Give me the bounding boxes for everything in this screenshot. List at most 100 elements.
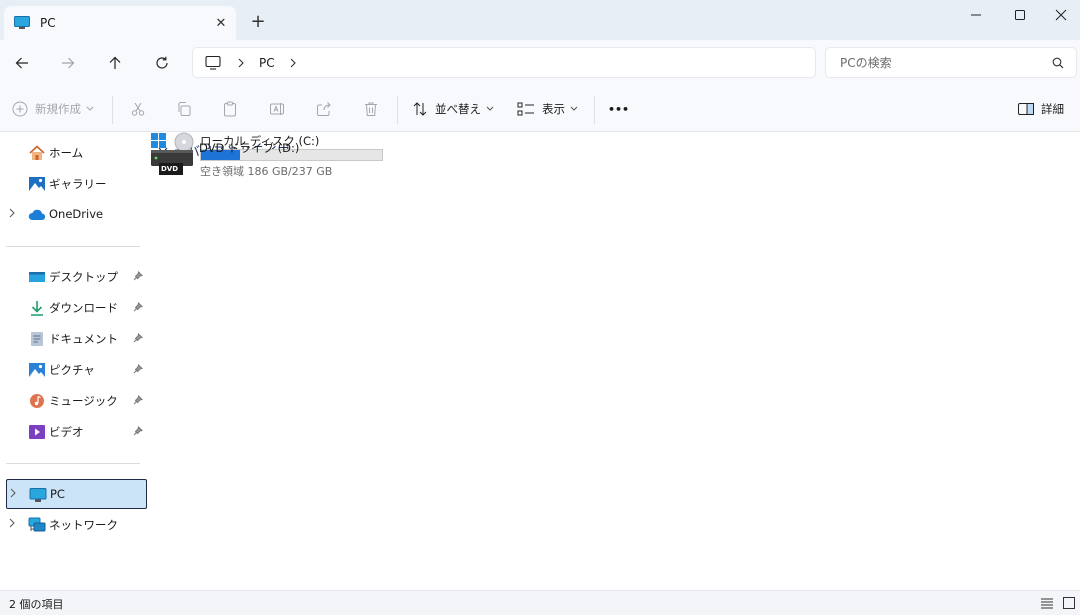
chevron-down-icon <box>486 106 494 111</box>
navigation-pane: ホーム ギャラリー OneDrive デスクトップ ダウンロード ドキュメント … <box>0 132 150 590</box>
cloud-icon <box>28 209 46 220</box>
tiles-view-icon[interactable] <box>1062 596 1076 610</box>
trash-icon <box>365 102 377 116</box>
network-icon <box>28 517 46 532</box>
sidebar-item-network[interactable]: ネットワーク <box>6 510 147 540</box>
tab-close-button[interactable]: ✕ <box>206 16 236 31</box>
sidebar-item-pc[interactable]: PC <box>6 479 147 509</box>
sidebar-item-music[interactable]: ミュージック <box>6 386 147 416</box>
close-icon <box>1055 9 1067 21</box>
sidebar-item-home[interactable]: ホーム <box>6 138 147 168</box>
toolbar-divider <box>594 96 595 124</box>
download-icon <box>31 301 43 316</box>
pin-icon[interactable] <box>133 426 143 436</box>
sidebar-item-label: ギャラリー <box>49 177 107 191</box>
sidebar-item-label: OneDrive <box>49 207 104 221</box>
sort-button[interactable]: 並べ替え <box>412 98 494 120</box>
view-button[interactable]: 表示 <box>517 98 578 120</box>
video-icon <box>29 425 45 439</box>
pictures-icon <box>29 363 45 377</box>
sidebar-item-pictures[interactable]: ピクチャ <box>6 355 147 385</box>
tab-pc[interactable]: PC ✕ <box>4 6 236 40</box>
desktop-icon <box>29 272 45 282</box>
copy-button[interactable] <box>176 98 192 120</box>
dvd-badge: DVD <box>161 165 179 173</box>
music-icon <box>30 394 44 408</box>
sidebar-item-label: ミュージック <box>49 394 118 408</box>
search-input[interactable]: PCの検索 <box>825 47 1077 78</box>
close-window-button[interactable] <box>1042 0 1080 30</box>
sidebar-item-label: ピクチャ <box>49 363 95 377</box>
paste-button[interactable] <box>222 98 238 120</box>
refresh-button[interactable] <box>148 50 176 76</box>
up-button[interactable] <box>101 50 129 76</box>
sidebar-item-label: ドキュメント <box>49 332 118 346</box>
clipboard-icon <box>224 101 236 117</box>
sidebar-item-label: PC <box>50 487 65 501</box>
sidebar-item-gallery[interactable]: ギャラリー <box>6 169 147 199</box>
document-icon <box>31 332 43 346</box>
details-pane-button[interactable]: 詳細 <box>1018 98 1064 120</box>
details-view-icon[interactable] <box>1040 596 1054 610</box>
sidebar-item-label: デスクトップ <box>49 270 118 284</box>
pin-icon[interactable] <box>133 333 143 343</box>
pin-icon[interactable] <box>133 271 143 281</box>
chevron-right-icon[interactable] <box>9 488 17 498</box>
share-button[interactable] <box>316 98 332 120</box>
sidebar-divider <box>6 463 140 464</box>
rename-button[interactable] <box>269 98 285 120</box>
new-tab-button[interactable]: + <box>246 10 270 34</box>
pin-icon[interactable] <box>133 302 143 312</box>
pin-icon[interactable] <box>133 395 143 405</box>
monitor-icon <box>29 488 47 502</box>
sidebar-item-downloads[interactable]: ダウンロード <box>6 293 147 323</box>
gallery-icon <box>29 177 45 191</box>
monitor-icon <box>14 16 30 29</box>
sidebar-item-videos[interactable]: ビデオ <box>6 417 147 447</box>
refresh-icon <box>156 56 168 69</box>
chevron-right-icon[interactable] <box>289 58 297 68</box>
sidebar-item-label: ホーム <box>49 146 84 160</box>
chevron-right-icon[interactable] <box>8 518 16 528</box>
maximize-button[interactable] <box>998 0 1042 30</box>
chevron-right-icon[interactable] <box>8 208 16 218</box>
copy-icon <box>178 102 191 116</box>
maximize-icon <box>1015 10 1025 20</box>
address-row: PC PCの検索 <box>0 40 1080 86</box>
status-bar: 2 個の項目 <box>0 590 1080 615</box>
sidebar-item-onedrive[interactable]: OneDrive <box>6 200 147 230</box>
back-button[interactable] <box>8 50 36 76</box>
file-list: デバイスとドライブ ローカル ディスク (C:) 空き領域 186 GB/237… <box>150 132 1080 590</box>
drive-d[interactable]: DVD DVD ドライブ (D:) <box>150 132 370 224</box>
breadcrumb-pc[interactable]: PC <box>259 56 275 70</box>
address-bar[interactable]: PC <box>192 47 816 78</box>
view-button-label: 表示 <box>542 102 565 116</box>
delete-button[interactable] <box>363 98 379 120</box>
pin-icon[interactable] <box>133 364 143 374</box>
minimize-icon <box>971 14 981 16</box>
arrow-right-icon <box>62 57 75 69</box>
toolbar-divider <box>397 96 398 124</box>
sort-button-label: 並べ替え <box>435 102 481 116</box>
sidebar-item-documents[interactable]: ドキュメント <box>6 324 147 354</box>
title-bar: PC ✕ + <box>0 0 1080 40</box>
home-icon <box>29 145 45 160</box>
cut-button[interactable] <box>130 98 146 120</box>
arrow-up-icon <box>109 56 121 69</box>
sidebar-item-label: ビデオ <box>49 425 84 439</box>
forward-button[interactable] <box>54 50 82 76</box>
sidebar-item-desktop[interactable]: デスクトップ <box>6 262 147 292</box>
rename-icon <box>270 103 284 115</box>
chevron-down-icon <box>86 106 94 111</box>
details-pane-label: 詳細 <box>1041 102 1064 116</box>
chevron-down-icon <box>570 106 578 111</box>
scissors-icon <box>131 102 145 116</box>
monitor-outline-icon <box>205 55 221 70</box>
new-button[interactable]: 新規作成 <box>12 98 94 120</box>
more-options-button[interactable]: ••• <box>608 98 629 120</box>
chevron-right-icon <box>238 58 244 67</box>
minimize-button[interactable] <box>954 0 998 30</box>
arrow-left-icon <box>15 57 28 69</box>
drive-c-free-space: 空き領域 186 GB/237 GB <box>200 165 333 178</box>
sidebar-item-label: ネットワーク <box>49 518 118 532</box>
